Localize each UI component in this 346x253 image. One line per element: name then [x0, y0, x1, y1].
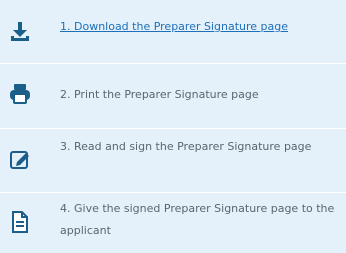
preparer-signature-steps: 1. Download the Preparer Signature page … — [0, 0, 346, 253]
step-4: 4. Give the signed Preparer Signature pa… — [0, 196, 346, 252]
printer-icon — [8, 82, 32, 106]
step-2-label: 2. Print the Preparer Signature page — [60, 88, 259, 101]
download-icon — [8, 20, 32, 44]
divider — [0, 128, 346, 129]
divider — [0, 192, 346, 193]
edit-sign-icon — [8, 148, 32, 172]
step-2: 2. Print the Preparer Signature page — [0, 66, 346, 124]
divider — [0, 63, 346, 64]
step-1: 1. Download the Preparer Signature page — [0, 8, 346, 58]
download-link[interactable]: 1. Download the Preparer Signature page — [60, 16, 338, 38]
step-4-label: 4. Give the signed Preparer Signature pa… — [60, 202, 335, 237]
step-3-label: 3. Read and sign the Preparer Signature … — [60, 140, 312, 153]
document-icon — [8, 210, 32, 234]
step-3: 3. Read and sign the Preparer Signature … — [0, 132, 346, 188]
